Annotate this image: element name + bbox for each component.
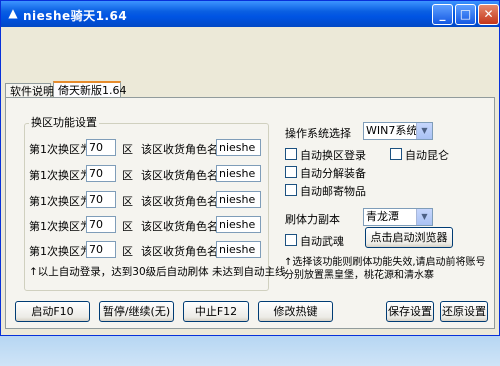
dungeon-select-value: 青龙潭: [366, 210, 399, 223]
zone-row-label: 第1次换区为: [29, 169, 91, 182]
dungeon-note-line1: ↑选择该功能则刷体功能失效,请启动前将账号: [284, 257, 486, 268]
chevron-down-icon: ▼: [416, 123, 432, 139]
chevron-down-icon: ▼: [416, 209, 432, 225]
auto-mail-checkbox[interactable]: [285, 184, 297, 196]
start-button[interactable]: 启动F10: [15, 301, 90, 322]
zone-row-label: 第1次换区为: [29, 245, 91, 258]
zone-row-label: 第1次换区为: [29, 195, 91, 208]
auto-decompose-label: 自动分解装备: [300, 167, 366, 180]
receiver-name-input[interactable]: nieshe: [216, 191, 261, 208]
zone-row-label: 第1次换区为: [29, 143, 91, 156]
tab-yitian-new[interactable]: 倚天新版1.64: [53, 81, 127, 97]
auto-wuhun-checkbox[interactable]: [285, 234, 297, 246]
os-select[interactable]: WIN7系统 ▼: [363, 122, 433, 140]
close-button[interactable]: ✕: [478, 4, 499, 25]
receiver-name-input[interactable]: nieshe: [216, 241, 261, 258]
stop-button[interactable]: 中止F12: [183, 301, 249, 322]
pause-resume-button[interactable]: 暂停/继续(无): [99, 301, 174, 322]
zone-input[interactable]: 70: [86, 241, 116, 258]
auto-wuhun-label: 自动武魂: [300, 235, 344, 248]
app-icon: ▲: [8, 6, 18, 20]
minimize-button[interactable]: _: [432, 4, 453, 25]
app-window: ▲ nieshe骑天1.64 _ □ ✕ 软件说明 倚天新版1.64 换区功能设…: [0, 0, 500, 336]
zone-input[interactable]: 70: [86, 165, 116, 182]
dungeon-note-line2: 分别放置黑皇堡，桃花源和清水寨: [284, 270, 434, 281]
window-title: nieshe骑天1.64: [23, 9, 128, 23]
zone-row-label: 第1次换区为: [29, 220, 91, 233]
auto-kunlun-checkbox[interactable]: [390, 148, 402, 160]
auto-zone-login-label: 自动换区登录: [300, 149, 366, 162]
zone-input[interactable]: 70: [86, 216, 116, 233]
dungeon-select[interactable]: 青龙潭 ▼: [363, 208, 433, 226]
zone-unit-label: 区: [122, 220, 133, 233]
restore-settings-button[interactable]: 还原设置: [440, 301, 488, 322]
zone-settings-title: 换区功能设置: [29, 114, 99, 130]
os-select-value: WIN7系统: [366, 124, 418, 137]
receiver-name-input[interactable]: nieshe: [216, 139, 261, 156]
receiver-name-input[interactable]: nieshe: [216, 216, 261, 233]
maximize-button[interactable]: □: [455, 4, 476, 25]
auto-mail-label: 自动邮寄物品: [300, 185, 366, 198]
zone-unit-label: 区: [122, 195, 133, 208]
zone-input[interactable]: 70: [86, 139, 116, 156]
zone-unit-label: 区: [122, 169, 133, 182]
zone-unit-label: 区: [122, 245, 133, 258]
zone-unit-label: 区: [122, 143, 133, 156]
dungeon-select-label: 刷体力副本: [285, 213, 340, 226]
tab-software-info[interactable]: 软件说明: [5, 83, 54, 98]
auto-decompose-checkbox[interactable]: [285, 166, 297, 178]
zone-settings-note: ↑以上自动登录，达到30级后自动刷体 未达到自动主线: [29, 266, 286, 278]
receiver-name-input[interactable]: nieshe: [216, 165, 261, 182]
auto-kunlun-label: 自动昆仑: [405, 149, 449, 162]
zone-input[interactable]: 70: [86, 191, 116, 208]
os-select-label: 操作系统选择: [285, 127, 351, 140]
modify-hotkey-button[interactable]: 修改热键: [258, 301, 333, 322]
start-browser-button[interactable]: 点击启动浏览器: [365, 227, 453, 248]
auto-zone-login-checkbox[interactable]: [285, 148, 297, 160]
title-bar[interactable]: ▲ nieshe骑天1.64 _ □ ✕: [1, 1, 499, 27]
save-settings-button[interactable]: 保存设置: [386, 301, 434, 322]
